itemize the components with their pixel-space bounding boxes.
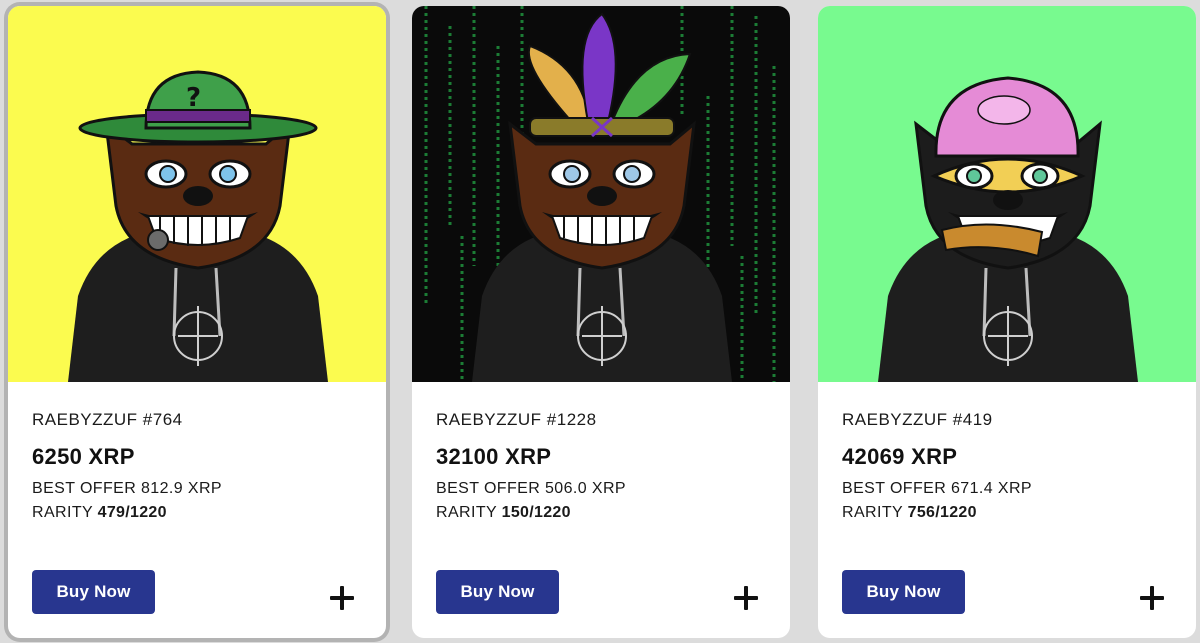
nft-price: 42069 XRP [842, 444, 958, 469]
nft-price: 6250 XRP [32, 444, 135, 469]
rarity: RARITY 150/1220 [436, 504, 790, 522]
nft-title: RAEBYZZUF #1228 [436, 410, 597, 429]
nft-image[interactable] [818, 6, 1196, 382]
rarity-value: 756/1220 [907, 504, 977, 521]
nft-title: RAEBYZZUF #419 [842, 410, 993, 429]
nft-image[interactable] [412, 6, 790, 382]
best-offer: BEST OFFER 812.9 XRP [32, 480, 222, 497]
nft-artwork [412, 6, 790, 382]
nft-image[interactable]: ? [8, 6, 386, 382]
rarity-label: RARITY [32, 504, 93, 521]
buy-now-button[interactable]: Buy Now [842, 570, 965, 614]
nft-card[interactable]: RAEBYZZUF #1228 32100 XRP BEST OFFER 506… [412, 6, 790, 638]
buy-now-button[interactable]: Buy Now [436, 570, 559, 614]
buy-now-button[interactable]: Buy Now [32, 570, 155, 614]
plus-icon[interactable] [330, 586, 354, 610]
nft-price: 32100 XRP [436, 444, 552, 469]
nft-artwork: ? [8, 6, 386, 382]
rarity-label: RARITY [842, 504, 903, 521]
rarity-label: RARITY [436, 504, 497, 521]
nft-card[interactable]: ? RAEBYZZUF #764 6250 XRP BEST OFFER 812… [8, 6, 386, 638]
svg-text:?: ? [186, 83, 201, 113]
plus-icon[interactable] [734, 586, 758, 610]
rarity: RARITY 479/1220 [32, 504, 386, 522]
rarity-value: 150/1220 [501, 504, 571, 521]
rarity-value: 479/1220 [97, 504, 167, 521]
nft-card[interactable]: RAEBYZZUF #419 42069 XRP BEST OFFER 671.… [818, 6, 1196, 638]
rarity: RARITY 756/1220 [842, 504, 1196, 522]
nft-title: RAEBYZZUF #764 [32, 410, 183, 429]
best-offer: BEST OFFER 506.0 XRP [436, 480, 626, 497]
best-offer: BEST OFFER 671.4 XRP [842, 480, 1032, 497]
plus-icon[interactable] [1140, 586, 1164, 610]
nft-artwork [818, 6, 1196, 382]
